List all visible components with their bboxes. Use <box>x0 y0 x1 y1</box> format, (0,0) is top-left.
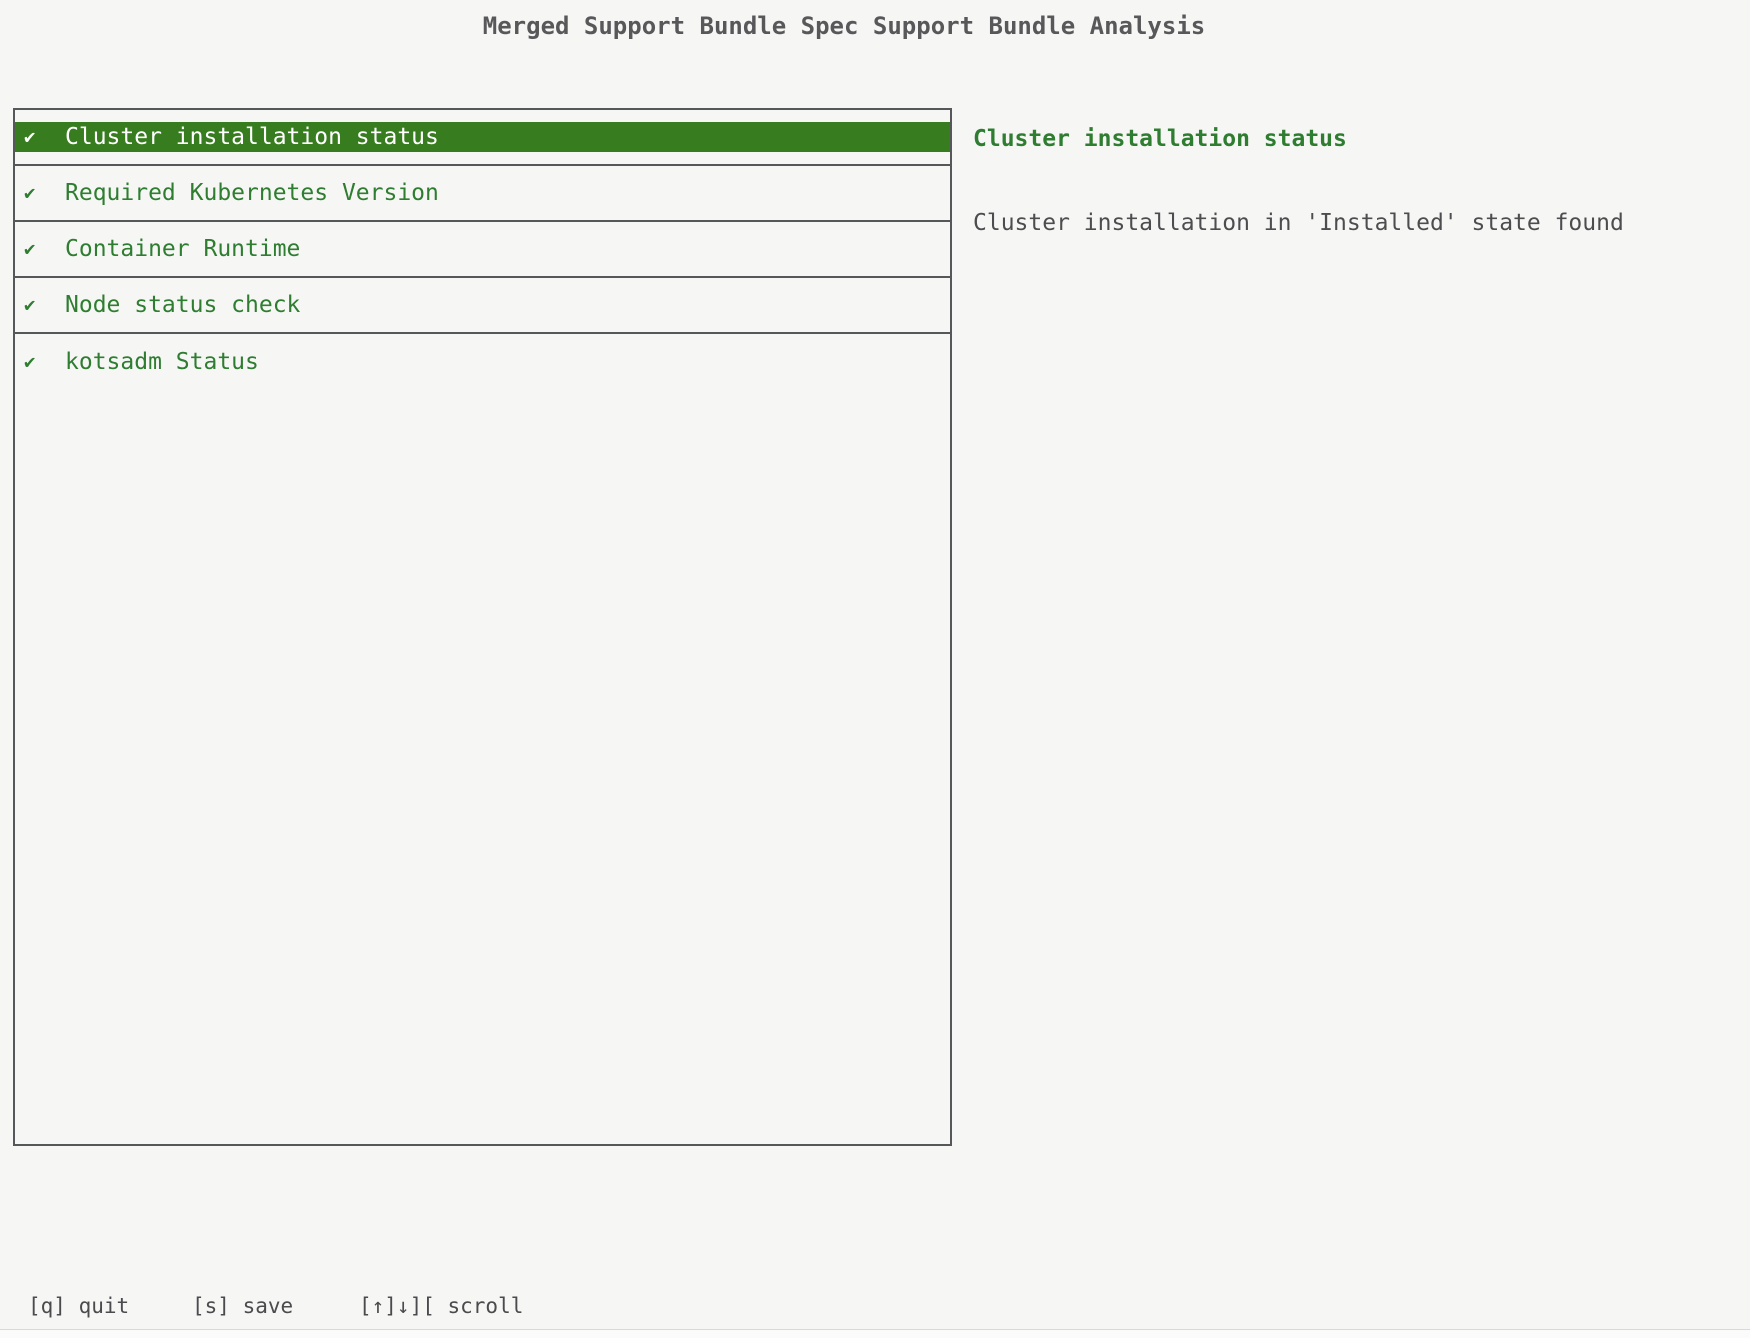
quit-key-hint[interactable]: [q] quit <box>28 1294 129 1318</box>
list-item-content: ✔ Node status check <box>15 290 950 320</box>
list-item-content: ✔ Required Kubernetes Version <box>15 178 950 208</box>
list-item-content: ✔ Container Runtime <box>15 234 950 264</box>
list-item-cluster-installation-status[interactable]: ✔ Cluster installation status <box>15 110 950 166</box>
list-item-label: kotsadm Status <box>65 349 259 375</box>
check-icon: ✔ <box>24 351 52 373</box>
detail-result-text: Cluster installation in 'Installed' stat… <box>973 210 1624 236</box>
list-item-container-runtime[interactable]: ✔ Container Runtime <box>15 222 950 278</box>
check-icon: ✔ <box>24 126 52 148</box>
analyzer-list-panel: ✔ Cluster installation status ✔ Required… <box>13 108 952 1146</box>
detail-heading: Cluster installation status <box>973 126 1347 152</box>
list-item-required-kubernetes-version[interactable]: ✔ Required Kubernetes Version <box>15 166 950 222</box>
list-item-content: ✔ kotsadm Status <box>15 347 950 377</box>
list-item-kotsadm-status[interactable]: ✔ kotsadm Status <box>15 334 950 390</box>
bottom-edge-divider <box>0 1329 1750 1338</box>
list-item-node-status-check[interactable]: ✔ Node status check <box>15 278 950 334</box>
list-item-label: Required Kubernetes Version <box>65 180 439 206</box>
page-title: Merged Support Bundle Spec Support Bundl… <box>0 12 1688 40</box>
list-item-label: Container Runtime <box>65 236 300 262</box>
save-key-hint[interactable]: [s] save <box>192 1294 293 1318</box>
terminal-screen: Merged Support Bundle Spec Support Bundl… <box>0 0 1750 1338</box>
scroll-key-hint[interactable]: [↑]↓][ scroll <box>359 1294 523 1318</box>
list-item-label: Node status check <box>65 292 300 318</box>
check-icon: ✔ <box>24 238 52 260</box>
list-item-highlight: ✔ Cluster installation status <box>15 122 950 152</box>
check-icon: ✔ <box>24 294 52 316</box>
list-item-label: Cluster installation status <box>65 124 439 150</box>
check-icon: ✔ <box>24 182 52 204</box>
